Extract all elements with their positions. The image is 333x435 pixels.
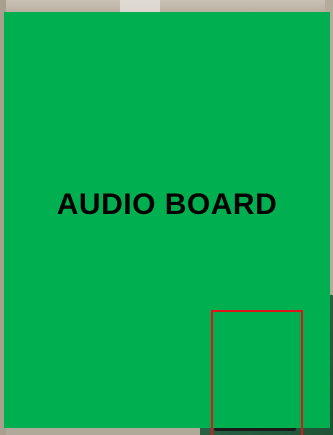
- audio-board-label: AUDIO BOARD: [56, 188, 278, 221]
- background-cable: [120, 0, 160, 12]
- scene: AUDIO BOARD: [0, 0, 333, 435]
- connector-highlight-box: [211, 310, 303, 435]
